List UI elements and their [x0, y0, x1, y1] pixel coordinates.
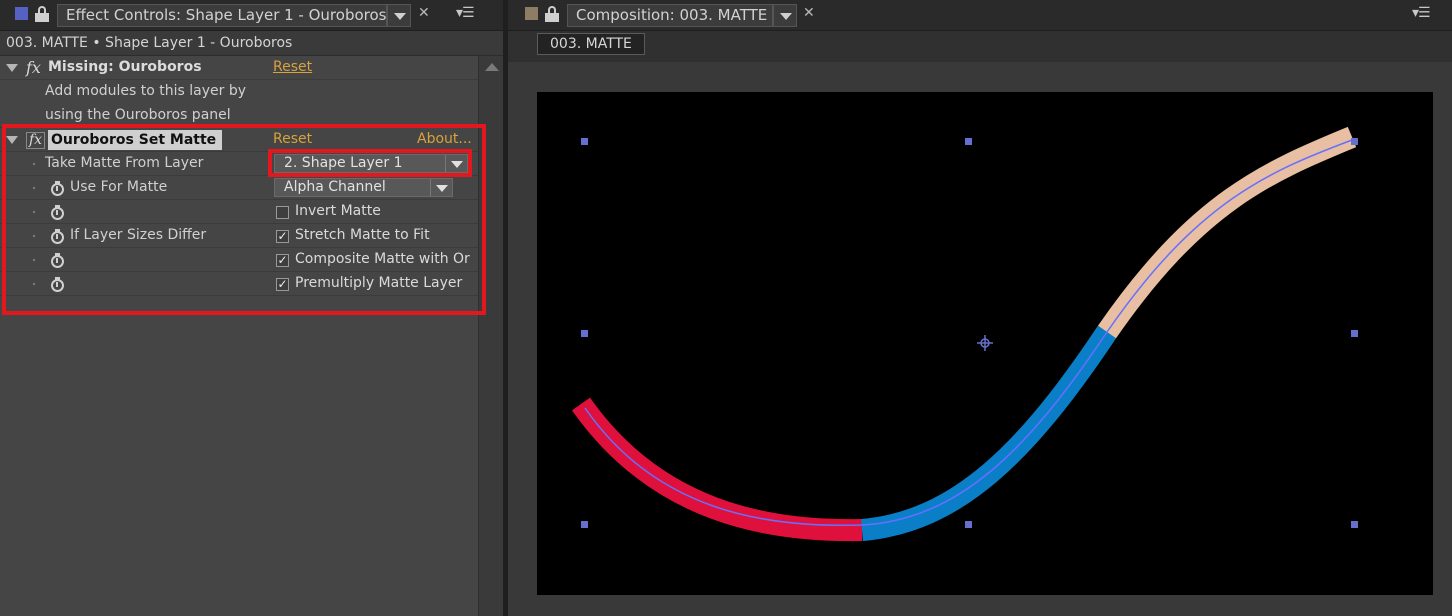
composition-viewer[interactable]	[508, 62, 1452, 616]
comp-canvas[interactable]	[537, 92, 1433, 595]
handle-middle-left[interactable]	[581, 330, 588, 337]
chevron-down-icon[interactable]	[6, 64, 18, 72]
fx-icon[interactable]: fx	[26, 56, 41, 79]
tab-effect-controls[interactable]: Effect Controls: Shape Layer 1 - Ourobor…	[57, 4, 387, 27]
handle-top-right[interactable]	[1351, 138, 1358, 145]
shape-layer-graphic[interactable]	[537, 92, 1433, 595]
panel-menu-icon[interactable]: ▾☰	[456, 5, 475, 21]
panel-color-swatch	[525, 7, 538, 20]
stroke-peach-segment[interactable]	[1097, 126, 1357, 339]
handle-top-left[interactable]	[581, 138, 588, 145]
highlight-box-dropdown	[268, 149, 472, 177]
reset-link[interactable]: Reset	[273, 56, 312, 79]
panel-color-swatch	[15, 7, 28, 20]
effect-header-missing[interactable]: fx Missing: Ouroboros Reset	[0, 56, 478, 80]
lock-icon[interactable]	[545, 6, 559, 22]
tab-dropdown-button[interactable]	[387, 4, 411, 27]
scroll-up-icon[interactable]	[485, 63, 499, 71]
panel-menu-icon[interactable]: ▾☰	[1412, 5, 1431, 21]
comp-name-tab[interactable]: 003. MATTE	[537, 33, 645, 55]
close-icon[interactable]: ✕	[418, 5, 430, 21]
effect-message-row: Add modules to this layer by	[0, 80, 478, 104]
close-icon[interactable]: ✕	[803, 5, 815, 21]
breadcrumb: 003. MATTE • Shape Layer 1 - Ouroboros	[0, 31, 503, 56]
handle-bottom-right[interactable]	[1351, 521, 1358, 528]
lock-icon[interactable]	[35, 6, 49, 22]
effect-controls-panel: Effect Controls: Shape Layer 1 - Ourobor…	[0, 0, 503, 616]
composition-panel: Composition: 003. MATTE ✕ ▾☰ 003. MATTE	[508, 0, 1452, 616]
handle-bottom-left[interactable]	[581, 521, 588, 528]
anchor-point-icon[interactable]	[977, 335, 993, 351]
handle-top-center[interactable]	[965, 138, 972, 145]
composition-header: Composition: 003. MATTE ✕ ▾☰	[508, 0, 1452, 31]
stroke-red-segment[interactable]	[572, 397, 863, 542]
effect-name: Missing: Ouroboros	[48, 59, 202, 75]
tab-composition[interactable]: Composition: 003. MATTE	[567, 4, 773, 27]
stroke-blue-segment[interactable]	[860, 325, 1117, 541]
tab-dropdown-button[interactable]	[773, 4, 797, 27]
missing-message-line1: Add modules to this layer by	[45, 83, 247, 99]
effect-controls-header: Effect Controls: Shape Layer 1 - Ourobor…	[0, 0, 503, 31]
handle-middle-right[interactable]	[1351, 330, 1358, 337]
handle-bottom-center[interactable]	[965, 521, 972, 528]
